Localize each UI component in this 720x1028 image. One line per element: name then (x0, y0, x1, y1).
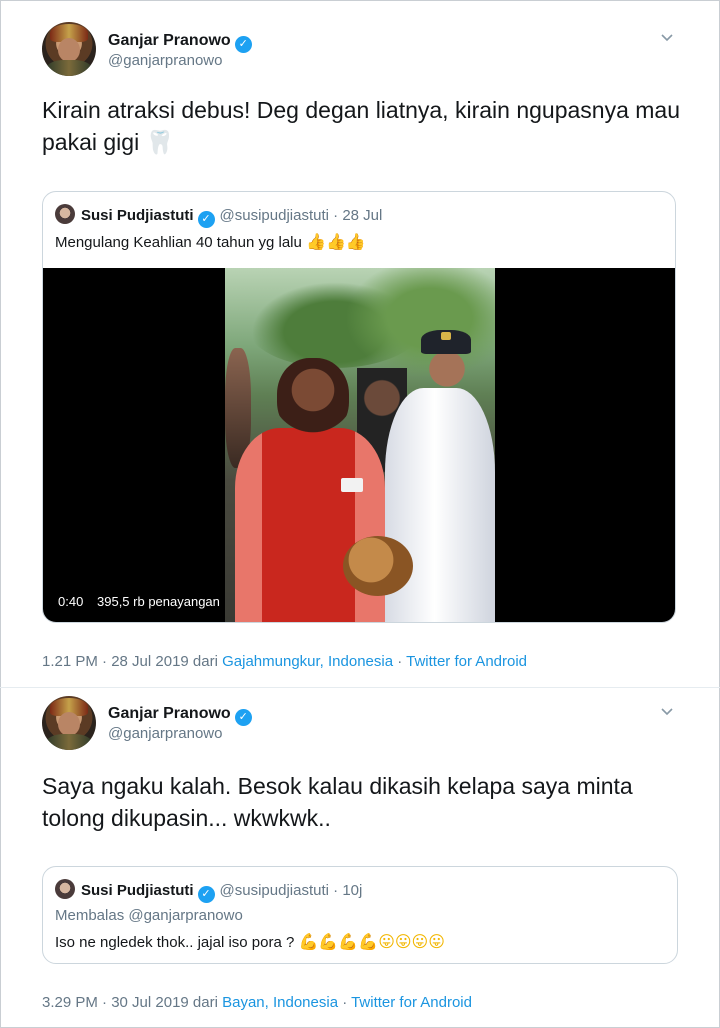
quoted-author-name: Susi Pudjiastuti (81, 882, 194, 899)
author-name-text[interactable]: Ganjar Pranowo (108, 32, 231, 49)
tweet-meta: 1.21 PM · 28 Jul 2019 dari Gajahmungkur,… (42, 653, 527, 670)
tweet-meta: 3.29 PM · 30 Jul 2019 dari Bayan, Indone… (42, 994, 472, 1011)
author-name-text[interactable]: Ganjar Pranowo (108, 705, 231, 722)
tweet-timestamp[interactable]: 1.21 PM · 28 Jul 2019 dari (42, 653, 222, 670)
tweet-2[interactable]: Ganjar Pranowo ✓ @ganjarpranowo Saya ngak… (0, 688, 720, 1028)
quoted-text-body: Iso ne ngledek thok.. jajal iso pora ? (55, 934, 295, 951)
verified-icon: ✓ (197, 886, 215, 903)
tweet-text: Saya ngaku kalah. Besok kalau dikasih ke… (42, 773, 633, 831)
cap-badge (441, 332, 451, 340)
avatar-face (58, 712, 80, 736)
video-views: 395,5 rb penayangan (92, 591, 225, 612)
quoted-avatar (55, 204, 75, 224)
author-name[interactable]: Ganjar Pranowo ✓ (108, 705, 252, 726)
quoted-author-name: Susi Pudjiastuti (81, 207, 194, 224)
dot-separator: · (333, 207, 339, 224)
tongue-face-icon: 😛😛😛😛 (378, 932, 445, 951)
tooth-icon: 🦷 (145, 130, 175, 156)
thumbs-up-icon: 👍👍👍 (306, 232, 366, 251)
quoted-text: Mengulang Keahlian 40 tahun yg lalu 👍👍👍 (55, 232, 366, 251)
meta-separator: · (338, 994, 352, 1011)
verified-icon: ✓ (234, 36, 252, 53)
flexed-biceps-icon: 💪💪💪💪 (298, 932, 379, 951)
source-link[interactable]: Twitter for Android (351, 994, 472, 1011)
verified-icon: ✓ (234, 709, 252, 726)
quoted-date: 10j (342, 882, 363, 899)
coconut (343, 536, 413, 596)
avatar-body (46, 60, 92, 76)
location-link[interactable]: Gajahmungkur, Indonesia (222, 653, 393, 670)
tweet-text-body: Kirain atraksi debus! Deg degan liatnya,… (42, 97, 680, 155)
quoted-author-handle: @susipudjiastuti (219, 882, 329, 899)
woman-head (277, 358, 349, 438)
video-thumbnail[interactable] (225, 268, 495, 622)
meta-separator: · (393, 653, 407, 670)
avatar[interactable] (42, 696, 96, 750)
author-handle[interactable]: @ganjarpranowo (108, 725, 222, 742)
author-handle[interactable]: @ganjarpranowo (108, 52, 222, 69)
quoted-author-handle: @susipudjiastuti (219, 207, 329, 224)
quoted-tweet[interactable]: Susi Pudjiastuti ✓ @susipudjiastuti · 28 J… (42, 191, 676, 623)
chevron-down-icon[interactable] (660, 704, 674, 718)
tweet-timestamp[interactable]: 3.29 PM · 30 Jul 2019 dari (42, 994, 222, 1011)
quoted-date: 28 Jul (342, 207, 383, 224)
avatar[interactable] (42, 22, 96, 76)
quoted-tweet-header: Susi Pudjiastuti ✓ @susipudjiastuti · 28 J… (55, 204, 382, 228)
video-duration: 0:40 (53, 591, 89, 612)
vest-patch (341, 478, 363, 492)
tweet-text: Kirain atraksi debus! Deg degan liatnya,… (42, 94, 682, 159)
video-player[interactable]: 0:40 395,5 rb penayangan (43, 268, 675, 622)
dot-separator: · (333, 882, 339, 899)
quoted-avatar (55, 879, 75, 899)
chevron-down-icon[interactable] (660, 30, 674, 44)
avatar-body (46, 734, 92, 750)
quoted-text-body: Mengulang Keahlian 40 tahun yg lalu (55, 234, 302, 251)
tweet-1[interactable]: Ganjar Pranowo ✓ @ganjarpranowo Kirain at… (0, 0, 720, 688)
reply-context[interactable]: Membalas @ganjarpranowo (55, 907, 243, 924)
source-link[interactable]: Twitter for Android (406, 653, 527, 670)
verified-icon: ✓ (197, 211, 215, 228)
location-link[interactable]: Bayan, Indonesia (222, 994, 338, 1011)
quoted-text: Iso ne ngledek thok.. jajal iso pora ? 💪… (55, 932, 445, 951)
author-name[interactable]: Ganjar Pranowo ✓ (108, 32, 252, 53)
avatar-face (58, 38, 80, 62)
quoted-tweet[interactable]: Susi Pudjiastuti ✓ @susipudjiastuti · 10j … (42, 866, 678, 964)
quoted-tweet-header: Susi Pudjiastuti ✓ @susipudjiastuti · 10j (55, 879, 362, 903)
